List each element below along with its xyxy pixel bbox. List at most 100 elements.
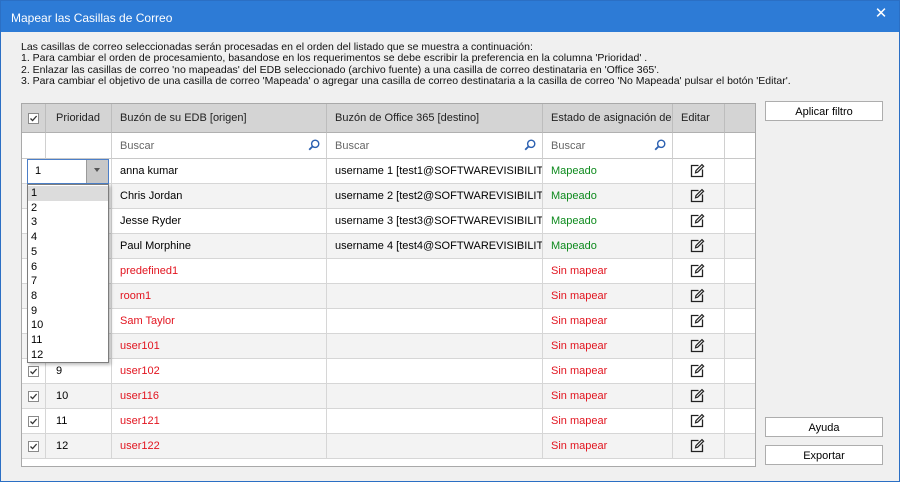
edit-icon[interactable] (689, 388, 705, 404)
priority-option[interactable]: 11 (28, 333, 108, 348)
close-icon[interactable]: ✕ (869, 3, 893, 27)
priority-option[interactable]: 6 (28, 260, 108, 275)
edit-cell (673, 159, 725, 183)
table-row[interactable]: 12 user122 Sin mapear (22, 434, 755, 459)
apply-filter-button[interactable]: Aplicar filtro (765, 101, 883, 121)
cell-status: Sin mapear (543, 409, 673, 433)
edit-icon[interactable] (689, 313, 705, 329)
priority-option[interactable]: 5 (28, 245, 108, 260)
cell-priority[interactable]: 10 (46, 384, 112, 408)
table-row[interactable]: 8user101Sin mapear (22, 334, 755, 359)
table-row[interactable]: 3 Jesse Ryderusername 3 [test3@SOFTWAREVI… (22, 209, 755, 234)
cell-priority[interactable]: 12 (46, 434, 112, 458)
edit-icon[interactable] (689, 213, 705, 229)
priority-option[interactable]: 12 (28, 348, 108, 363)
header-filler (725, 104, 755, 133)
row-checkbox[interactable] (28, 365, 39, 377)
select-all-header (22, 104, 46, 133)
mailbox-grid: Prioridad Buzón de su EDB [origen] Buzón… (21, 103, 756, 467)
column-header-target[interactable]: Buzón de Office 365 [destino] (327, 104, 543, 133)
search-icon[interactable] (524, 139, 536, 151)
table-row[interactable]: 7Sam TaylorSin mapear (22, 309, 755, 334)
table-row[interactable]: 11 user121 Sin mapear (22, 409, 755, 434)
cell-priority[interactable]: 11 (46, 409, 112, 433)
row-checkbox[interactable] (28, 415, 39, 427)
search-icon[interactable] (308, 139, 320, 151)
instruction-line: 1. Para cambiar el orden de procesamient… (21, 52, 648, 65)
cell-target (327, 309, 543, 333)
edit-icon[interactable] (689, 163, 705, 179)
cell-target: username 2 [test2@SOFTWAREVISIBILITY.C..… (327, 184, 543, 208)
cell-status: Sin mapear (543, 309, 673, 333)
edit-icon[interactable] (689, 438, 705, 454)
priority-dropdown-list: 1 2 3 4 5 6 7 8 9 10 11 12 (27, 184, 109, 363)
cell-source: user102 (112, 359, 327, 383)
help-button[interactable]: Ayuda (765, 417, 883, 437)
cell-target (327, 434, 543, 458)
edit-cell (673, 309, 725, 333)
cell-status: Mapeado (543, 159, 673, 183)
row-filler (725, 359, 755, 383)
priority-option[interactable]: 8 (28, 289, 108, 304)
column-header-priority[interactable]: Prioridad (46, 104, 112, 133)
cell-status: Sin mapear (543, 259, 673, 283)
mapping-dialog: Mapear las Casillas de Correo ✕ Las casi… (0, 0, 900, 482)
search-spacer (725, 133, 755, 159)
cell-source: Jesse Ryder (112, 209, 327, 233)
edit-icon[interactable] (689, 263, 705, 279)
cell-status: Sin mapear (543, 284, 673, 308)
column-header-source[interactable]: Buzón de su EDB [origen] (112, 104, 327, 133)
select-all-checkbox[interactable] (28, 112, 39, 124)
table-row[interactable]: 5predefined1Sin mapear (22, 259, 755, 284)
export-button[interactable]: Exportar (765, 445, 883, 465)
search-target-input[interactable] (329, 135, 540, 157)
search-source-cell (112, 133, 327, 159)
priority-option[interactable]: 2 (28, 201, 108, 216)
edit-icon[interactable] (689, 338, 705, 354)
edit-icon[interactable] (689, 288, 705, 304)
cell-status: Sin mapear (543, 384, 673, 408)
column-header-status[interactable]: Estado de asignación de ... (543, 104, 673, 133)
priority-combobox[interactable]: 1 (27, 159, 109, 184)
row-filler (725, 309, 755, 333)
chevron-down-icon[interactable] (86, 160, 108, 183)
cell-target: username 3 [test3@SOFTWAREVISIBILITY.C..… (327, 209, 543, 233)
priority-option[interactable]: 9 (28, 304, 108, 319)
search-source-input[interactable] (114, 135, 324, 157)
priority-option[interactable]: 10 (28, 318, 108, 333)
row-filler (725, 209, 755, 233)
priority-option[interactable]: 7 (28, 274, 108, 289)
edit-icon[interactable] (689, 363, 705, 379)
edit-cell (673, 384, 725, 408)
search-icon[interactable] (654, 139, 666, 151)
row-filler (725, 334, 755, 358)
search-status-input[interactable] (545, 135, 670, 157)
edit-cell (673, 359, 725, 383)
cell-target: username 4 [test4@SOFTWAREVISIBILITY.C..… (327, 234, 543, 258)
priority-option[interactable]: 4 (28, 230, 108, 245)
table-row[interactable]: 1 anna kumarusername 1 [test1@SOFTWAREVIS… (22, 159, 755, 184)
edit-icon[interactable] (689, 188, 705, 204)
table-row[interactable]: 10 user116 Sin mapear (22, 384, 755, 409)
search-spacer (673, 133, 725, 159)
priority-option[interactable]: 1 (28, 186, 108, 201)
cell-source: Paul Morphine (112, 234, 327, 258)
edit-icon[interactable] (689, 238, 705, 254)
edit-cell (673, 259, 725, 283)
priority-option[interactable]: 3 (28, 215, 108, 230)
table-row[interactable]: 2Chris Jordanusername 2 [test2@SOFTWAREV… (22, 184, 755, 209)
row-filler (725, 184, 755, 208)
edit-cell (673, 184, 725, 208)
row-checkbox[interactable] (28, 440, 39, 452)
edit-cell (673, 284, 725, 308)
cell-status: Mapeado (543, 209, 673, 233)
row-checkbox[interactable] (28, 390, 39, 402)
table-row[interactable]: 4Paul Morphineusername 4 [test4@SOFTWARE… (22, 234, 755, 259)
row-filler (725, 384, 755, 408)
edit-icon[interactable] (689, 413, 705, 429)
table-row[interactable]: 9 user102 Sin mapear (22, 359, 755, 384)
table-row[interactable]: 6room1Sin mapear (22, 284, 755, 309)
cell-source: predefined1 (112, 259, 327, 283)
column-header-edit[interactable]: Editar (673, 104, 725, 133)
row-filler (725, 409, 755, 433)
